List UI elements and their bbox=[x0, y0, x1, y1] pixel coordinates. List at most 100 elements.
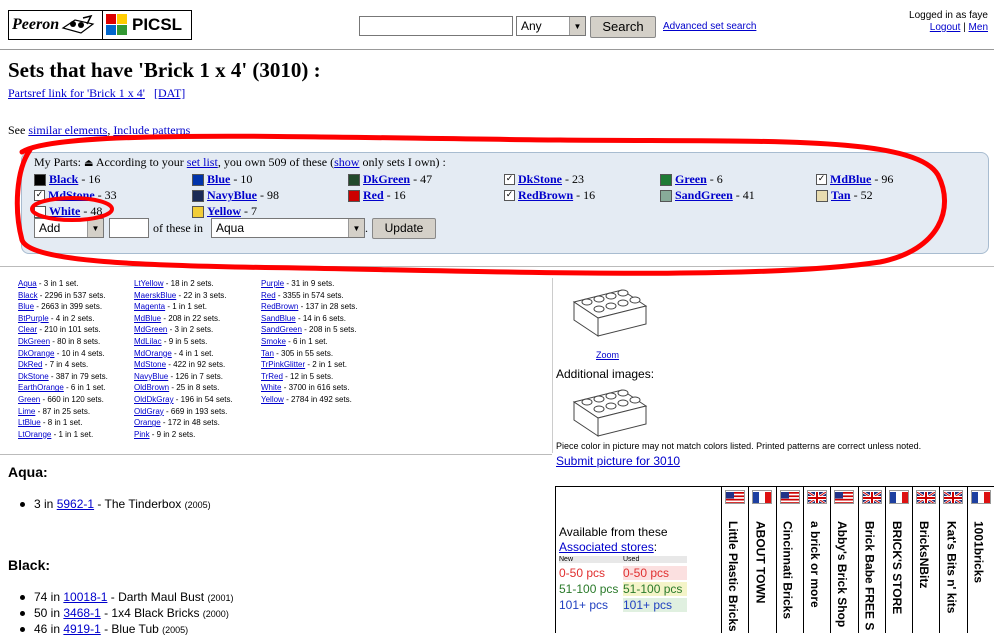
color-link[interactable]: MdBlue bbox=[830, 172, 871, 187]
color-link[interactable]: Black bbox=[49, 172, 78, 187]
search-button[interactable]: Search bbox=[590, 16, 656, 38]
store-column[interactable]: Cincinnati Bricks bbox=[775, 487, 801, 633]
action-select[interactable]: Add ▼ bbox=[34, 218, 104, 238]
color-link[interactable]: Aqua bbox=[18, 279, 37, 288]
submit-picture-link[interactable]: Submit picture for 3010 bbox=[556, 454, 680, 468]
color-link[interactable]: SandGreen bbox=[261, 325, 302, 334]
store-name[interactable]: ABOUT TOWN bbox=[753, 521, 767, 631]
color-link[interactable]: Black bbox=[18, 291, 38, 300]
store-name[interactable]: Cincinnati Bricks bbox=[781, 521, 795, 631]
color-link[interactable]: SandGreen bbox=[675, 188, 733, 203]
store-column[interactable]: Little Plastic Bricks bbox=[721, 487, 746, 633]
menu-link[interactable]: Men bbox=[969, 22, 988, 33]
associated-stores-link[interactable]: Associated stores bbox=[559, 540, 654, 554]
picsl-logo[interactable]: PICSL bbox=[102, 10, 192, 40]
color-link[interactable]: Tan bbox=[831, 188, 851, 203]
store-name[interactable]: a brick or more bbox=[808, 521, 822, 631]
color-swatch[interactable] bbox=[348, 173, 360, 186]
store-name[interactable]: Little Plastic Bricks bbox=[726, 521, 740, 631]
color-checkbox[interactable]: ✓ bbox=[34, 190, 45, 201]
quantity-input[interactable] bbox=[109, 218, 149, 238]
additional-image[interactable] bbox=[570, 380, 650, 438]
color-checkbox[interactable]: ✓ bbox=[504, 190, 515, 201]
color-link[interactable]: TrPinkGlitter bbox=[261, 360, 305, 369]
part-image[interactable] bbox=[570, 280, 650, 338]
set-link[interactable]: 10018-1 bbox=[63, 590, 107, 604]
color-link[interactable]: Yellow bbox=[261, 395, 284, 404]
store-column[interactable]: Kat's Bits n' kits bbox=[939, 487, 964, 633]
color-link[interactable]: MdGreen bbox=[134, 325, 167, 334]
advanced-search-link[interactable]: Advanced set search bbox=[663, 21, 756, 32]
update-button[interactable]: Update bbox=[372, 218, 436, 239]
store-name[interactable]: BRICK'S STORE bbox=[890, 521, 904, 631]
color-link[interactable]: Red bbox=[363, 188, 384, 203]
set-link[interactable]: 4919-1 bbox=[63, 622, 100, 636]
color-link[interactable]: Smoke bbox=[261, 337, 286, 346]
store-column[interactable]: Abby's Brick Shop bbox=[830, 487, 855, 633]
color-link[interactable]: Tan bbox=[261, 349, 274, 358]
color-swatch[interactable] bbox=[192, 173, 204, 186]
similar-elements-link[interactable]: similar elements bbox=[28, 123, 107, 137]
store-name[interactable]: Kat's Bits n' kits bbox=[944, 521, 958, 631]
store-column[interactable]: ABOUT TOWN bbox=[748, 487, 773, 633]
show-link[interactable]: show bbox=[334, 155, 359, 169]
color-checkbox[interactable]: ✓ bbox=[816, 174, 827, 185]
color-link[interactable]: LtOrange bbox=[18, 430, 51, 439]
color-checkbox[interactable]: ✓ bbox=[504, 174, 515, 185]
color-link[interactable]: Purple bbox=[261, 279, 284, 288]
set-link[interactable]: 5962-1 bbox=[57, 497, 94, 511]
color-link[interactable]: MdStone bbox=[48, 188, 95, 203]
color-link[interactable]: Pink bbox=[134, 430, 150, 439]
color-swatch[interactable] bbox=[34, 173, 46, 186]
color-swatch[interactable] bbox=[816, 189, 828, 202]
color-link[interactable]: LtBlue bbox=[18, 418, 41, 427]
color-swatch[interactable] bbox=[192, 205, 204, 218]
color-link[interactable]: DkStone bbox=[18, 372, 49, 381]
store-column[interactable]: Brick Babe FREE Ship bbox=[857, 487, 883, 633]
peeron-logo[interactable]: Peeron bbox=[8, 10, 104, 40]
color-swatch[interactable] bbox=[348, 189, 360, 202]
eject-icon[interactable]: ⏏ bbox=[84, 158, 93, 169]
color-link[interactable]: OldBrown bbox=[134, 383, 169, 392]
store-column[interactable]: 1001bricks bbox=[966, 487, 992, 633]
dat-link[interactable]: [DAT] bbox=[154, 86, 185, 100]
color-link[interactable]: OldGray bbox=[134, 407, 164, 416]
color-link[interactable]: DkGreen bbox=[18, 337, 50, 346]
set-link[interactable]: 3468-1 bbox=[63, 606, 100, 620]
partsref-link[interactable]: Partsref link for 'Brick 1 x 4' bbox=[8, 86, 145, 100]
color-select[interactable]: Aqua ▼ bbox=[211, 218, 365, 238]
color-link[interactable]: MdBlue bbox=[134, 314, 161, 323]
color-link[interactable]: Green bbox=[18, 395, 40, 404]
color-link[interactable]: NavyBlue bbox=[207, 188, 257, 203]
color-link[interactable]: RedBrown bbox=[261, 302, 298, 311]
color-link[interactable]: White bbox=[49, 204, 80, 219]
color-swatch[interactable] bbox=[192, 189, 204, 202]
color-link[interactable]: MdLilac bbox=[134, 337, 162, 346]
store-name[interactable]: Brick Babe FREE Ship bbox=[863, 521, 877, 631]
include-patterns-link[interactable]: Include patterns bbox=[113, 123, 190, 137]
search-scope-select[interactable]: Any ▼ bbox=[516, 16, 586, 36]
color-link[interactable]: Red bbox=[261, 291, 276, 300]
color-link[interactable]: NavyBlue bbox=[134, 372, 168, 381]
color-link[interactable]: Orange bbox=[134, 418, 161, 427]
store-name[interactable]: 1001bricks bbox=[972, 521, 986, 631]
color-swatch[interactable] bbox=[660, 173, 672, 186]
color-link[interactable]: TrRed bbox=[261, 372, 283, 381]
color-link[interactable]: Lime bbox=[18, 407, 35, 416]
color-link[interactable]: Clear bbox=[18, 325, 37, 334]
color-link[interactable]: DkGreen bbox=[363, 172, 410, 187]
color-swatch[interactable] bbox=[34, 205, 46, 218]
color-link[interactable]: DkOrange bbox=[18, 349, 54, 358]
color-link[interactable]: MdOrange bbox=[134, 349, 172, 358]
color-link[interactable]: MdStone bbox=[134, 360, 166, 369]
color-link[interactable]: OldDkGray bbox=[134, 395, 174, 404]
store-column[interactable]: BRICK'S STORE bbox=[884, 487, 910, 633]
color-link[interactable]: Green bbox=[675, 172, 707, 187]
store-column[interactable]: BricksNBitz bbox=[912, 487, 937, 633]
color-swatch[interactable] bbox=[660, 189, 672, 202]
color-link[interactable]: SandBlue bbox=[261, 314, 296, 323]
color-link[interactable]: RedBrown bbox=[518, 188, 573, 203]
color-link[interactable]: MaerskBlue bbox=[134, 291, 176, 300]
color-link[interactable]: White bbox=[261, 383, 281, 392]
zoom-link[interactable]: Zoom bbox=[596, 350, 619, 360]
